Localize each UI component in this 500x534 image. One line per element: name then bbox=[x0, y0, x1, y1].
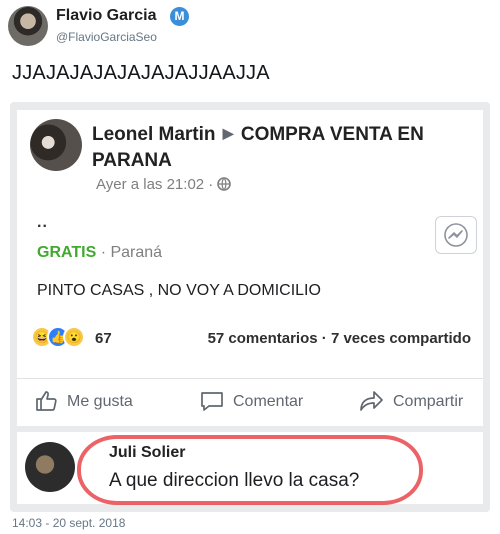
post-author: Leonel Martin bbox=[92, 124, 216, 145]
tweet-handle[interactable]: @FlavioGarciaSeo bbox=[56, 30, 157, 44]
comment-icon bbox=[201, 392, 223, 411]
comment-button[interactable]: Comentar bbox=[199, 389, 303, 413]
comment-avatar bbox=[25, 442, 75, 492]
comment-label: Comentar bbox=[233, 393, 304, 410]
post-stats[interactable]: 57 comentarios · 7 veces compartido bbox=[208, 330, 471, 347]
like-label: Me gusta bbox=[67, 393, 133, 410]
comment-text: A que direccion llevo la casa? bbox=[109, 470, 360, 491]
post-price: GRATIS · Paraná bbox=[37, 244, 162, 262]
wow-reaction-icon: 😮 bbox=[63, 326, 85, 348]
reaction-count[interactable]: 67 bbox=[95, 330, 112, 347]
post-body: PINTO CASAS , NO VOY A DOMICILIO bbox=[37, 282, 321, 299]
embedded-screenshot: Leonel Martin ▶ COMPRA VENTA EN PARANA A… bbox=[10, 102, 490, 512]
post-author-avatar bbox=[30, 119, 82, 171]
post-time-text: Ayer a las 21:02 · bbox=[96, 176, 218, 193]
verified-icon: M bbox=[170, 7, 189, 26]
tweet-author-name[interactable]: Flavio Garcia bbox=[56, 7, 157, 25]
share-label: Compartir bbox=[393, 393, 464, 410]
messenger-icon[interactable] bbox=[435, 216, 477, 254]
tweet-text: JJAJAJAJAJAJAJAJJAAJJA bbox=[12, 62, 270, 84]
avatar[interactable] bbox=[8, 6, 48, 46]
like-button[interactable]: Me gusta bbox=[35, 389, 133, 413]
price-label: GRATIS bbox=[37, 244, 97, 261]
tweet-timestamp[interactable]: 14:03 - 20 sept. 2018 bbox=[12, 516, 125, 530]
share-button[interactable]: Compartir bbox=[359, 389, 463, 413]
post-time: Ayer a las 21:02 · bbox=[96, 176, 232, 193]
globe-icon bbox=[217, 176, 232, 193]
facebook-post: Leonel Martin ▶ COMPRA VENTA EN PARANA A… bbox=[17, 110, 483, 426]
comment: Juli Solier A que direccion llevo la cas… bbox=[17, 432, 483, 505]
comment-author: Juli Solier bbox=[109, 444, 186, 461]
post-dots: .. bbox=[37, 214, 48, 231]
tweet-header: Flavio Garcia M @FlavioGarciaSeo bbox=[8, 6, 488, 46]
post-actions: Me gusta Comentar Compartir bbox=[17, 378, 483, 418]
share-icon bbox=[360, 391, 383, 411]
like-icon bbox=[36, 391, 57, 411]
post-location: · Paraná bbox=[96, 244, 163, 261]
arrow-right-icon: ▶ bbox=[222, 125, 234, 141]
post-title: Leonel Martin ▶ COMPRA VENTA EN PARANA bbox=[92, 120, 462, 174]
